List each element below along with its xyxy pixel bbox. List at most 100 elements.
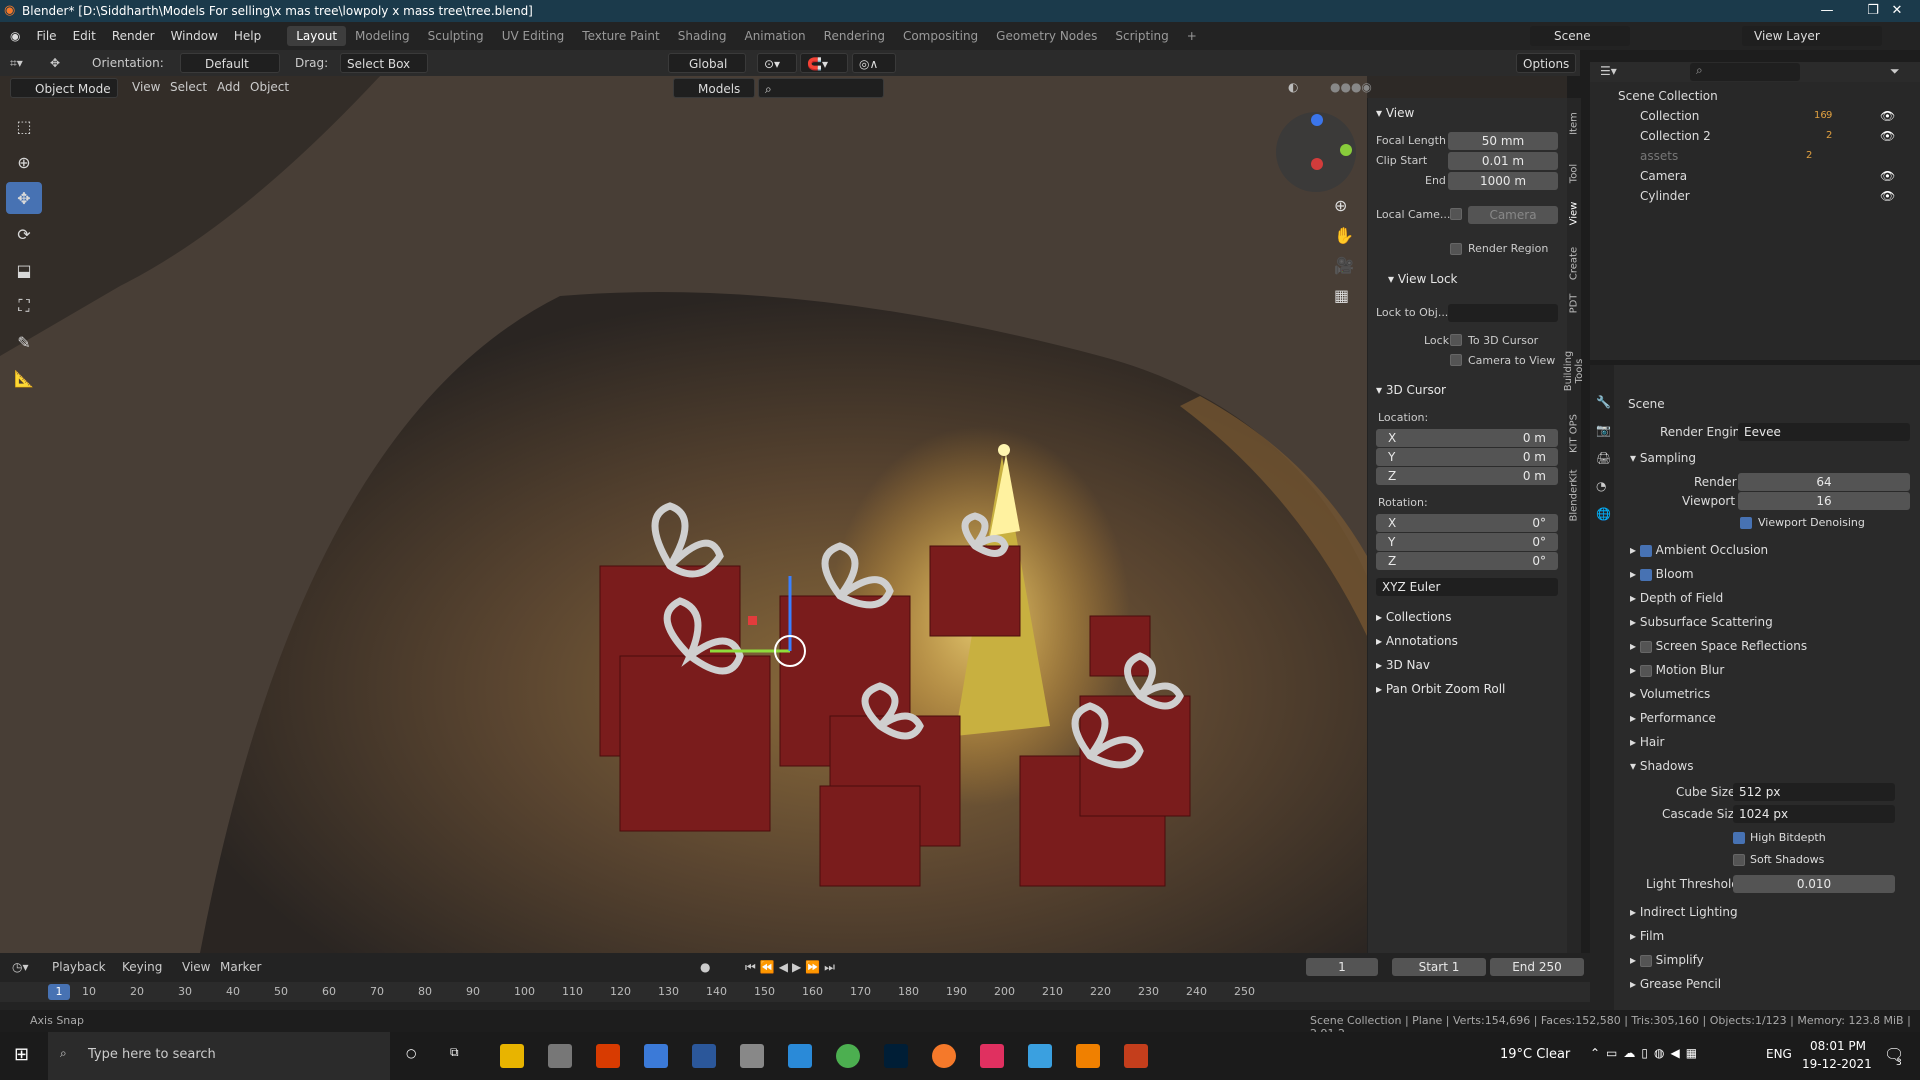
lock-to-object-field[interactable]: [1448, 304, 1558, 322]
camera-to-view-checkbox[interactable]: [1450, 354, 1462, 366]
rotate-tool-icon[interactable]: ⟳: [6, 218, 42, 250]
outliner-scene-collection[interactable]: Scene Collection: [1590, 86, 1920, 106]
overlays-icon[interactable]: ◐: [1288, 77, 1298, 97]
lock-to-cursor-checkbox[interactable]: [1450, 334, 1462, 346]
motion-blur-header[interactable]: ▸ Motion Blur: [1630, 663, 1724, 677]
tab-blenderkit[interactable]: BlenderKit: [1569, 469, 1580, 523]
editor-type-icon[interactable]: ⌗▾: [10, 53, 23, 73]
playhead[interactable]: 1: [48, 984, 70, 1000]
drag-dropdown[interactable]: Select Box: [340, 53, 428, 73]
menu-select[interactable]: Select: [170, 77, 207, 97]
light-threshold-field[interactable]: 0.010: [1733, 875, 1895, 893]
app-icon[interactable]: [740, 1044, 764, 1068]
tab-shading[interactable]: Shading: [669, 26, 736, 46]
cascade-size-dropdown[interactable]: 1024 px: [1733, 805, 1895, 823]
cursor-location-z[interactable]: Z0 m: [1376, 467, 1558, 485]
output-tab-icon[interactable]: 🖨: [1596, 451, 1611, 465]
filter-icon[interactable]: ⏷: [1890, 64, 1900, 79]
language-indicator[interactable]: ENG: [1766, 1047, 1792, 1061]
select-box-icon[interactable]: ⬚: [6, 110, 42, 142]
tab-scripting[interactable]: Scripting: [1106, 26, 1177, 46]
grease-pencil-header[interactable]: ▸ Grease Pencil: [1630, 977, 1721, 991]
clip-end-field[interactable]: 1000 m: [1448, 172, 1558, 190]
performance-header[interactable]: ▸ Performance: [1630, 711, 1716, 725]
render-samples-field[interactable]: 64: [1738, 473, 1910, 491]
clock-time[interactable]: 08:01 PM: [1810, 1039, 1866, 1053]
scale-tool-icon[interactable]: ⬓: [6, 254, 42, 286]
proportional-edit-icon[interactable]: ◎∧: [852, 53, 896, 73]
render-tab-icon[interactable]: 📷: [1596, 423, 1611, 437]
close-button[interactable]: ✕: [1874, 0, 1920, 22]
keying-menu[interactable]: Keying: [122, 957, 162, 977]
render-region-checkbox[interactable]: [1450, 243, 1462, 255]
pan-hand-icon[interactable]: ✋: [1334, 226, 1354, 245]
cursor-rotation-z[interactable]: Z 0°: [1376, 552, 1558, 570]
menu-window[interactable]: Window: [163, 29, 226, 43]
3d-nav-panel-header[interactable]: ▸ 3D Nav: [1376, 658, 1430, 672]
grid-toggle-icon[interactable]: ▦: [1334, 286, 1349, 305]
store-icon[interactable]: [548, 1044, 572, 1068]
tab-compositing[interactable]: Compositing: [894, 26, 987, 46]
menu-view[interactable]: View: [132, 77, 160, 97]
blender-menu-icon[interactable]: ◉: [10, 29, 20, 43]
task-view-icon[interactable]: ⧉: [450, 1045, 459, 1060]
collections-panel-header[interactable]: ▸ Collections: [1376, 610, 1451, 624]
pan-orbit-panel-header[interactable]: ▸ Pan Orbit Zoom Roll: [1376, 682, 1505, 696]
mail-icon[interactable]: [788, 1044, 812, 1068]
hair-header[interactable]: ▸ Hair: [1630, 735, 1665, 749]
mode-dropdown[interactable]: Object Mode: [10, 78, 118, 98]
shading-modes-icon[interactable]: ●●●◉: [1330, 77, 1372, 97]
cortana-icon[interactable]: ○: [406, 1046, 416, 1060]
options-dropdown[interactable]: Options: [1516, 53, 1576, 73]
rotation-mode-dropdown[interactable]: XYZ Euler: [1376, 578, 1558, 596]
scene-selector[interactable]: Scene: [1530, 26, 1630, 46]
marker-menu[interactable]: Marker: [220, 957, 261, 977]
frame-ruler[interactable]: 10 20 30 40 50 60 70 80 90 100 110 120 130 140 150 160 1…: [0, 982, 1590, 1002]
outliner-item-collection-2[interactable]: Collection 2 2 👁: [1590, 126, 1920, 146]
tab-sculpting[interactable]: Sculpting: [419, 26, 493, 46]
annotations-panel-header[interactable]: ▸ Annotations: [1376, 634, 1458, 648]
cursor-location-x[interactable]: X0 m: [1376, 429, 1558, 447]
tab-uv-editing[interactable]: UV Editing: [493, 26, 574, 46]
zoom-icon[interactable]: ⊕: [1334, 196, 1347, 215]
viewport-denoising-checkbox[interactable]: [1740, 517, 1752, 529]
clock-date[interactable]: 19-12-2021: [1802, 1057, 1872, 1071]
transform-orientation-dropdown[interactable]: Global: [668, 53, 746, 73]
powerpoint-icon[interactable]: [1124, 1044, 1148, 1068]
view-lock-header[interactable]: ▾ View Lock: [1388, 272, 1458, 286]
depth-of-field-header[interactable]: ▸ Depth of Field: [1630, 591, 1723, 605]
local-camera-field[interactable]: Camera: [1468, 206, 1558, 224]
pivot-icon[interactable]: ⊙▾: [757, 53, 797, 73]
sampling-header[interactable]: ▾ Sampling: [1630, 451, 1696, 465]
end-frame-field[interactable]: End 250: [1490, 958, 1584, 976]
app-icon[interactable]: [644, 1044, 668, 1068]
file-explorer-icon[interactable]: [500, 1044, 524, 1068]
windows-start-icon[interactable]: ⊞: [14, 1044, 29, 1065]
focal-length-field[interactable]: 50 mm: [1448, 132, 1558, 150]
blender-taskbar-icon[interactable]: [932, 1044, 956, 1068]
world-tab-icon[interactable]: 🌐: [1596, 507, 1611, 521]
cube-size-dropdown[interactable]: 512 px: [1733, 783, 1895, 801]
snap-icon[interactable]: 🧲▾: [800, 53, 848, 73]
system-tray-icons[interactable]: ⌃▭☁▯◍◀▦: [1590, 1046, 1703, 1060]
3d-cursor-header[interactable]: ▾ 3D Cursor: [1376, 383, 1446, 397]
outliner-item-camera[interactable]: Camera 👁: [1590, 166, 1920, 186]
photoshop-icon[interactable]: [884, 1044, 908, 1068]
menu-file[interactable]: File: [28, 29, 64, 43]
transform-icon[interactable]: ✥: [50, 53, 60, 73]
view-layer-selector[interactable]: View Layer: [1742, 26, 1882, 46]
scene-tab-icon[interactable]: ◔: [1596, 479, 1606, 493]
current-frame-field[interactable]: 1: [1306, 958, 1378, 976]
high-bitdepth-checkbox[interactable]: [1733, 832, 1745, 844]
cursor-rotation-x[interactable]: X 0°: [1376, 514, 1558, 532]
app-icon[interactable]: [1028, 1044, 1052, 1068]
outliner-search-input[interactable]: ⌕: [1690, 63, 1800, 81]
word-icon[interactable]: [692, 1044, 716, 1068]
playback-controls[interactable]: ⏮⏪◀▶⏩⏭: [745, 957, 839, 977]
navigation-gizmo[interactable]: [1276, 112, 1356, 192]
soft-shadows-checkbox[interactable]: [1733, 854, 1745, 866]
shadows-header[interactable]: ▾ Shadows: [1630, 759, 1693, 773]
clip-start-field[interactable]: 0.01 m: [1448, 152, 1558, 170]
tab-modeling[interactable]: Modeling: [346, 26, 419, 46]
display-mode-icon[interactable]: ☰▾: [1600, 64, 1617, 78]
